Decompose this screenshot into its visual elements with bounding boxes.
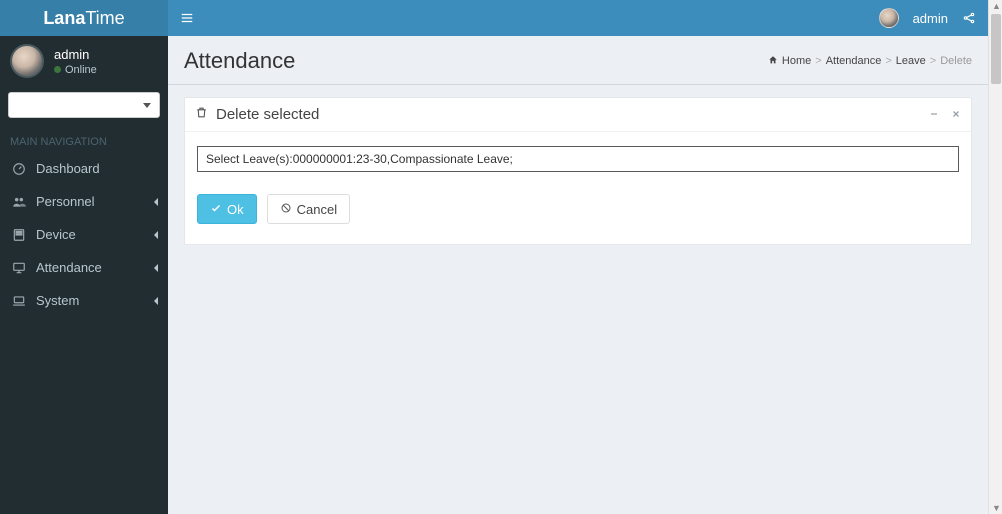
- settings-icon[interactable]: [962, 11, 976, 25]
- home-icon: [768, 55, 778, 68]
- users-icon: [12, 195, 26, 209]
- sidebar-item-dashboard[interactable]: Dashboard: [0, 152, 168, 185]
- delete-selected-panel: Delete selected Select Leave(s):00000000…: [184, 97, 972, 245]
- brand-rest: Time: [85, 8, 124, 29]
- chevron-left-icon: [154, 198, 158, 206]
- sidebar-item-system[interactable]: System: [0, 284, 168, 317]
- topbar-avatar[interactable]: [879, 8, 899, 28]
- topbar: admin: [168, 0, 988, 36]
- sidebar-user-name: admin: [54, 47, 97, 62]
- close-button[interactable]: [951, 107, 961, 122]
- main: admin Attendance Home > Attendance > Lea…: [168, 0, 988, 514]
- chevron-left-icon: [154, 297, 158, 305]
- collapse-button[interactable]: [929, 107, 939, 122]
- menu-toggle-icon[interactable]: [180, 11, 194, 25]
- panel-title: Delete selected: [216, 106, 319, 123]
- breadcrumb: Home > Attendance > Leave > Delete: [768, 55, 972, 68]
- sidebar-item-label: System: [36, 293, 79, 308]
- scrollbar-thumb[interactable]: [991, 14, 1001, 84]
- scroll-up-arrow-icon[interactable]: ▲: [992, 2, 1000, 10]
- chevron-left-icon: [154, 231, 158, 239]
- sidebar: LanaTime admin Online MAIN NAVIGATION Da…: [0, 0, 168, 514]
- dashboard-icon: [12, 162, 26, 176]
- nav-section-header: MAIN NAVIGATION: [0, 128, 168, 152]
- page-title: Attendance: [184, 48, 295, 74]
- sidebar-item-label: Attendance: [36, 260, 102, 275]
- chevron-left-icon: [154, 264, 158, 272]
- brand-logo[interactable]: LanaTime: [0, 0, 168, 36]
- scroll-down-arrow-icon[interactable]: ▼: [992, 504, 1000, 512]
- ok-button[interactable]: Ok: [197, 194, 257, 224]
- brand-bold: Lana: [43, 8, 85, 29]
- sidebar-item-label: Personnel: [36, 194, 95, 209]
- ok-button-label: Ok: [227, 202, 244, 217]
- check-icon: [210, 202, 222, 217]
- sidebar-item-label: Dashboard: [36, 161, 100, 176]
- topbar-user-name[interactable]: admin: [913, 11, 948, 26]
- sidebar-user-panel: admin Online: [0, 36, 168, 86]
- cancel-button-label: Cancel: [297, 202, 337, 217]
- breadcrumb-current: Delete: [940, 55, 972, 67]
- sidebar-item-label: Device: [36, 227, 76, 242]
- breadcrumb-home[interactable]: Home: [782, 55, 811, 67]
- device-icon: [12, 228, 26, 242]
- selection-display: Select Leave(s):000000001:23-30,Compassi…: [197, 146, 959, 172]
- vertical-scrollbar[interactable]: ▲ ▼: [988, 0, 1002, 514]
- breadcrumb-sep: >: [930, 55, 936, 67]
- breadcrumb-attendance[interactable]: Attendance: [826, 55, 882, 67]
- content-header: Attendance Home > Attendance > Leave > D…: [168, 36, 988, 85]
- trash-icon: [195, 106, 208, 123]
- breadcrumb-leave[interactable]: Leave: [896, 55, 926, 67]
- sidebar-item-device[interactable]: Device: [0, 218, 168, 251]
- sidebar-user-status: Online: [54, 64, 97, 76]
- breadcrumb-sep: >: [815, 55, 821, 67]
- sidebar-select[interactable]: [8, 92, 160, 118]
- chevron-down-icon: [143, 103, 151, 108]
- sidebar-item-attendance[interactable]: Attendance: [0, 251, 168, 284]
- monitor-icon: [12, 261, 26, 275]
- laptop-icon: [12, 294, 26, 308]
- breadcrumb-sep: >: [885, 55, 891, 67]
- sidebar-item-personnel[interactable]: Personnel: [0, 185, 168, 218]
- sidebar-user-status-text: Online: [65, 64, 97, 76]
- ban-icon: [280, 202, 292, 217]
- avatar: [10, 44, 44, 78]
- cancel-button[interactable]: Cancel: [267, 194, 350, 224]
- online-dot-icon: [54, 66, 61, 73]
